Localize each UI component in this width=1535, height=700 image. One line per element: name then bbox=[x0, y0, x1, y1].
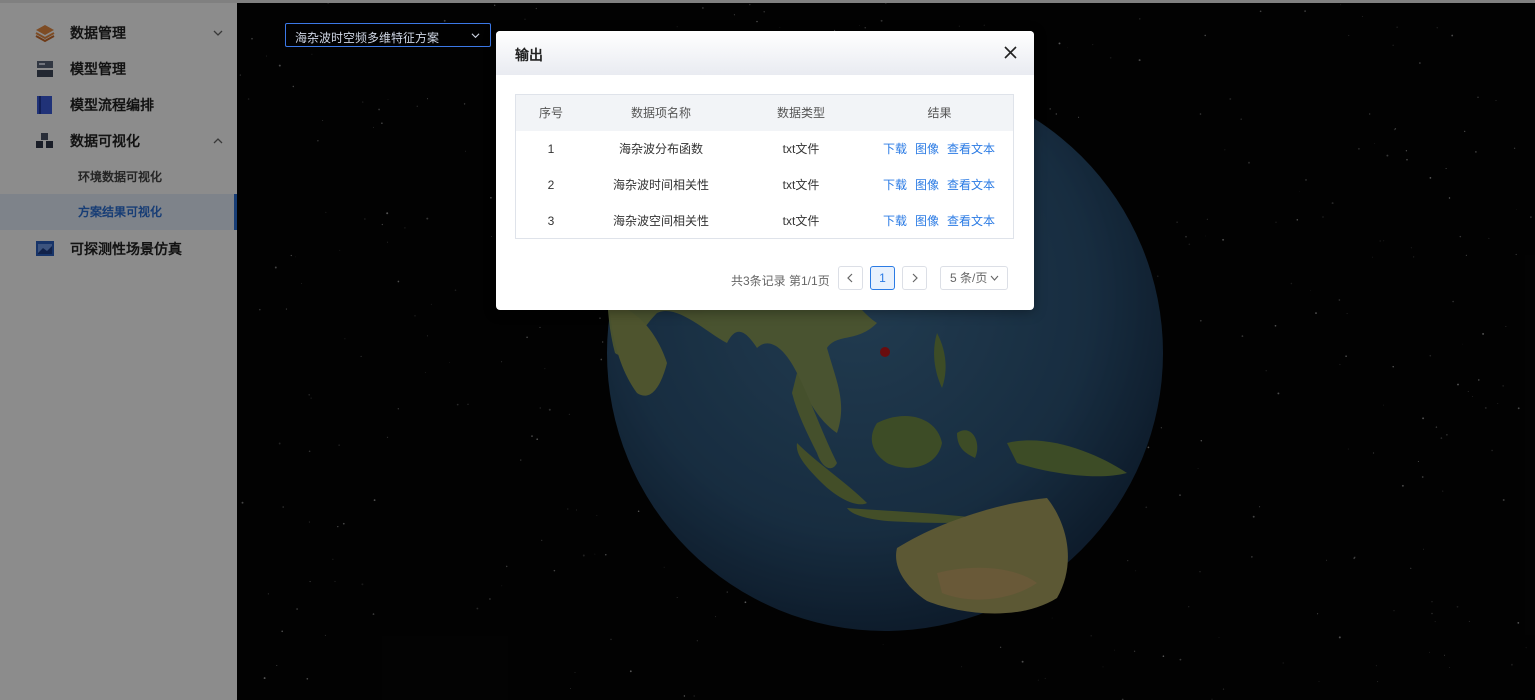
row-type: txt文件 bbox=[782, 178, 820, 192]
download-link[interactable]: 下载 bbox=[883, 178, 907, 192]
chevron-left-icon bbox=[847, 273, 853, 283]
prev-page-button[interactable] bbox=[838, 266, 863, 290]
row-type: txt文件 bbox=[782, 142, 820, 156]
view-text-link[interactable]: 查看文本 bbox=[947, 178, 995, 192]
column-header-result: 结果 bbox=[927, 106, 952, 120]
pagination-summary: 共3条记录 第1/1页 bbox=[731, 274, 830, 288]
row-type: txt文件 bbox=[782, 214, 820, 228]
chevron-right-icon bbox=[912, 273, 918, 283]
page-size-select[interactable]: 5 条/页 bbox=[940, 266, 1008, 290]
view-text-link[interactable]: 查看文本 bbox=[947, 142, 995, 156]
dialog-title: 输出 bbox=[515, 47, 543, 63]
column-header-index: 序号 bbox=[538, 106, 563, 120]
column-header-type: 数据类型 bbox=[776, 106, 825, 120]
table-row: 3 海杂波空间相关性 txt文件 下载 图像 查看文本 bbox=[516, 203, 1013, 239]
view-text-link[interactable]: 查看文本 bbox=[947, 214, 995, 228]
close-icon[interactable] bbox=[1004, 46, 1017, 59]
image-link[interactable]: 图像 bbox=[915, 214, 939, 228]
chevron-down-icon bbox=[471, 33, 480, 39]
scheme-select[interactable]: 海杂波时空频多维特征方案 bbox=[285, 23, 491, 47]
dialog-header: 输出 bbox=[496, 31, 1034, 75]
next-page-button[interactable] bbox=[902, 266, 927, 290]
row-name: 海杂波空间相关性 bbox=[612, 214, 709, 228]
row-name: 海杂波分布函数 bbox=[618, 142, 703, 156]
table-row: 1 海杂波分布函数 txt文件 下载 图像 查看文本 bbox=[516, 131, 1013, 167]
scheme-select-value: 海杂波时空频多维特征方案 bbox=[295, 31, 440, 45]
image-link[interactable]: 图像 bbox=[915, 142, 939, 156]
image-link[interactable]: 图像 bbox=[915, 178, 939, 192]
table-row: 2 海杂波时间相关性 txt文件 下载 图像 查看文本 bbox=[516, 167, 1013, 203]
row-index: 3 bbox=[547, 214, 555, 228]
output-table: 序号 数据项名称 数据类型 结果 1 海杂波分布函数 txt文件 下载 图像 查看文… bbox=[515, 94, 1014, 239]
row-name: 海杂波时间相关性 bbox=[612, 178, 709, 192]
page-number-button[interactable]: 1 bbox=[870, 266, 895, 290]
row-index: 1 bbox=[547, 142, 555, 156]
download-link[interactable]: 下载 bbox=[883, 142, 907, 156]
download-link[interactable]: 下载 bbox=[883, 214, 907, 228]
page-size-value: 5 条/页 bbox=[950, 271, 988, 285]
table-header: 序号 数据项名称 数据类型 结果 bbox=[516, 95, 1013, 131]
row-index: 2 bbox=[547, 178, 555, 192]
column-header-name: 数据项名称 bbox=[630, 106, 691, 120]
output-dialog: 输出 序号 数据项名称 数据类型 结果 1 海杂波分布函数 txt文件 下载 图像… bbox=[496, 31, 1034, 310]
chevron-down-icon bbox=[990, 275, 999, 281]
